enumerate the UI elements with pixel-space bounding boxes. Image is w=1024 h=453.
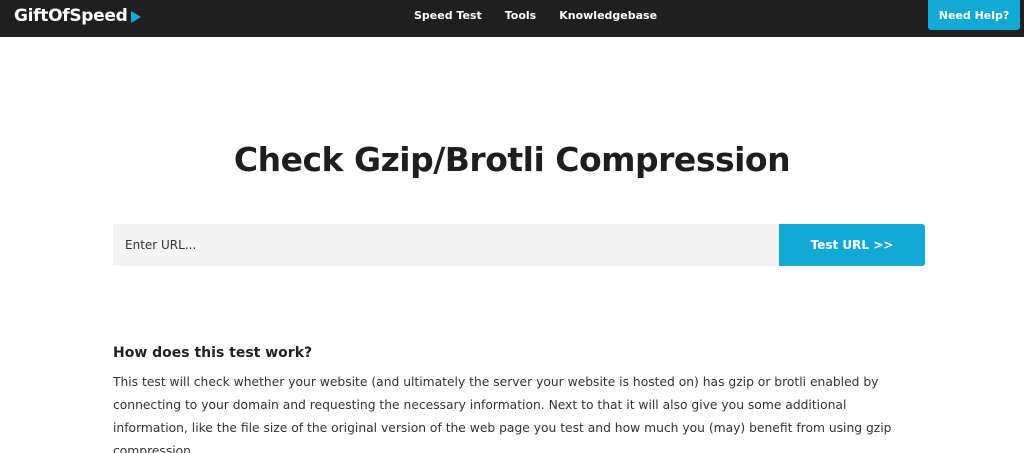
page-title: Check Gzip/Brotli Compression xyxy=(233,140,791,179)
main-nav: Speed Test Tools Knowledgebase xyxy=(414,0,657,30)
nav-speed-test[interactable]: Speed Test xyxy=(414,9,482,22)
how-it-works-text: This test will check whether your websit… xyxy=(113,375,892,453)
logo-text: GiftOfSpeed xyxy=(14,6,128,26)
nav-tools[interactable]: Tools xyxy=(505,9,536,22)
need-help-button[interactable]: Need Help? xyxy=(928,0,1020,30)
top-navbar: GiftOfSpeed Speed Test Tools Knowledgeba… xyxy=(0,0,1024,37)
play-arrow-icon xyxy=(130,10,141,23)
nav-knowledgebase[interactable]: Knowledgebase xyxy=(559,9,657,22)
test-url-button[interactable]: Test URL >> xyxy=(779,224,925,266)
how-it-works-heading: How does this test work? xyxy=(113,345,313,361)
url-test-form: Test URL >> xyxy=(113,224,925,266)
site-logo[interactable]: GiftOfSpeed xyxy=(14,5,141,27)
url-input[interactable] xyxy=(113,224,779,266)
